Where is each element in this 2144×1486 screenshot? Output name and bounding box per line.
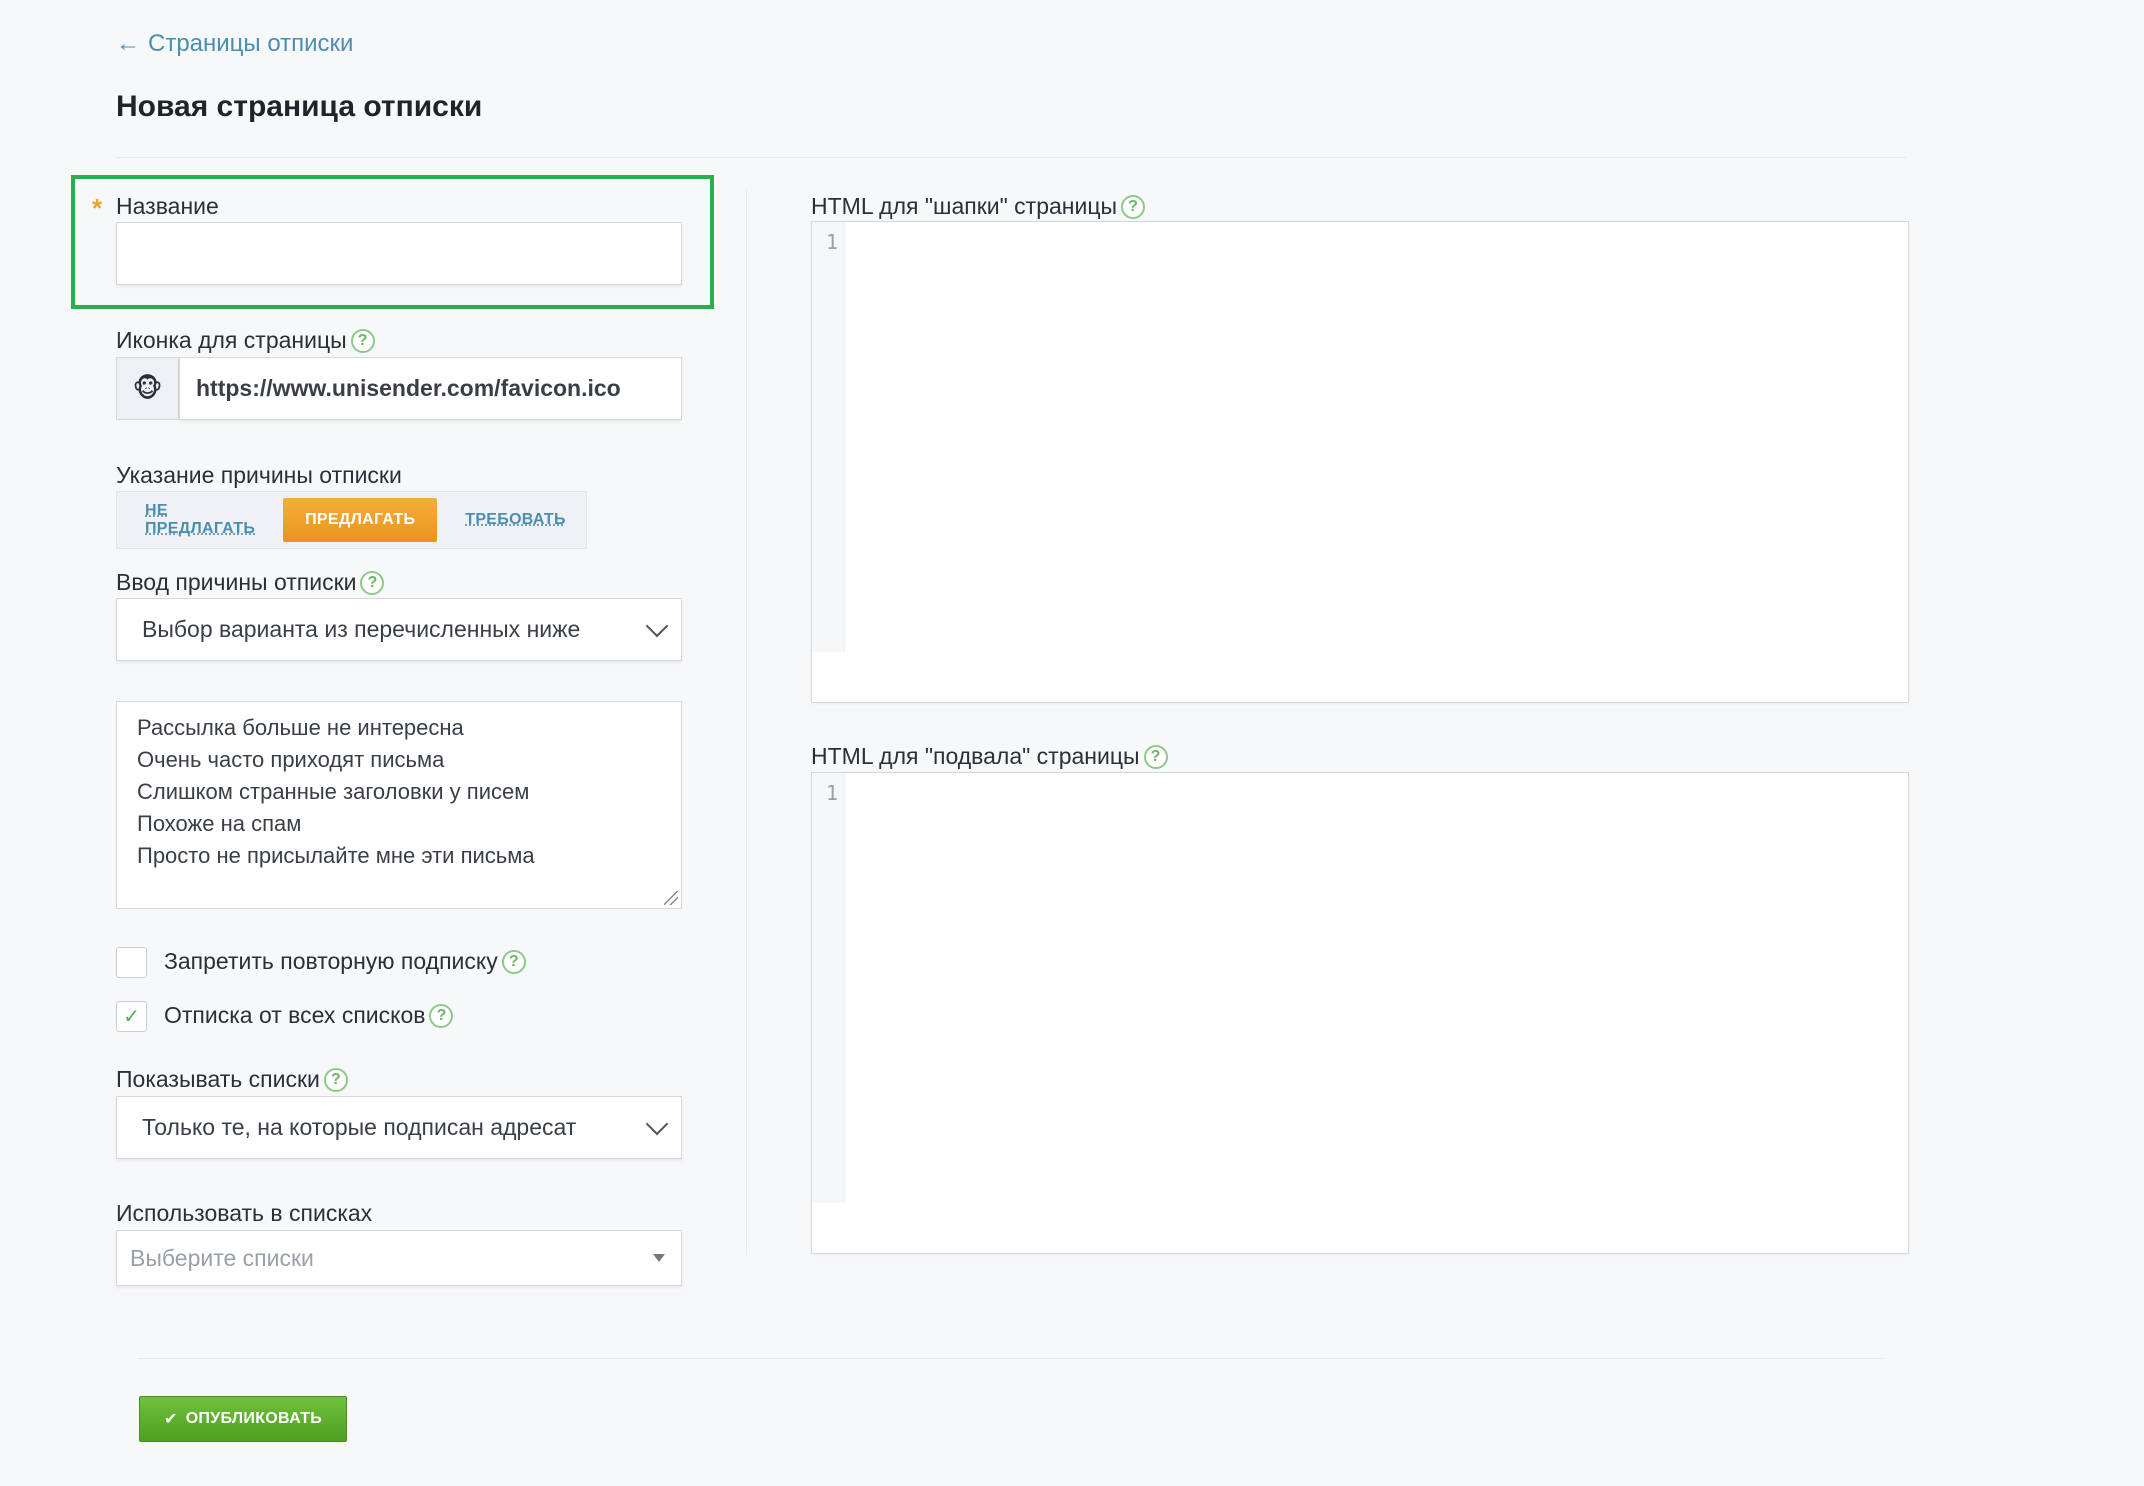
use-in-lists-label: Использовать в списках [116,1200,372,1227]
name-label-text: Название [116,193,219,219]
reason-mode-segmented: НЕ ПРЕДЛАГАТЬ ПРЕДЛАГАТЬ ТРЕБОВАТЬ [116,491,587,549]
required-star-icon: * [92,193,103,223]
reason-input-label: Ввод причины отписки ? [116,569,385,596]
help-icon[interactable]: ? [429,1003,454,1028]
line-number: 1 [825,230,838,254]
reason-input-selected-value: Выбор варианта из перечисленных ниже [142,616,581,642]
back-link[interactable]: ← Страницы отписки [116,30,353,58]
forbid-resubscribe-label: Запретить повторную подписку ? [164,948,526,975]
chevron-down-icon [645,1112,669,1135]
unsubscribe-all-label-text: Отписка от всех списков [164,1002,426,1028]
chevron-down-icon [645,614,669,637]
show-lists-label-text: Показывать списки [116,1066,320,1092]
monkey-favicon-icon: 🐵 [132,373,163,403]
footer-html-editor[interactable]: 1 [811,772,1909,1254]
reason-mode-none-button[interactable]: НЕ ПРЕДЛАГАТЬ [123,498,277,542]
forbid-resubscribe-label-text: Запретить повторную подписку [164,948,498,974]
help-icon[interactable]: ? [501,949,526,974]
reason-mode-require-button[interactable]: ТРЕБОВАТЬ [443,498,588,542]
reason-line: Рассылка больше не интересна [137,715,464,740]
footer-html-label-text: HTML для "подвала" страницы [811,743,1140,769]
name-label: Название [116,193,219,220]
line-number-gutter: 1 [812,222,845,652]
publish-button-label: ОПУБЛИКОВАТЬ [185,1410,323,1427]
help-icon[interactable]: ? [360,570,385,595]
divider [116,157,1906,158]
checkmark-icon: ✔ [163,1411,178,1428]
footer-html-label: HTML для "подвала" страницы ? [811,743,1168,770]
header-html-label-text: HTML для "шапки" страницы [811,193,1118,219]
resize-handle-icon[interactable] [664,891,678,905]
line-number-gutter: 1 [812,773,845,1203]
reason-mode-label: Указание причины отписки [116,462,402,489]
use-in-lists-placeholder: Выберите списки [130,1244,314,1271]
favicon-url-input[interactable] [179,357,682,420]
reason-mode-offer-button[interactable]: ПРЕДЛАГАТЬ [283,498,438,542]
use-in-lists-multiselect[interactable]: Выберите списки [116,1230,682,1286]
reason-input-label-text: Ввод причины отписки [116,569,357,595]
header-html-editor[interactable]: 1 [811,221,1909,703]
help-icon[interactable]: ? [1121,194,1146,219]
page-title: Новая страница отписки [116,90,483,123]
show-lists-label: Показывать списки ? [116,1066,348,1093]
show-lists-selected-value: Только те, на которые подписан адресат [142,1114,577,1140]
unsubscribe-all-label: Отписка от всех списков ? [164,1002,454,1029]
use-in-lists-label-text: Использовать в списках [116,1200,373,1226]
unsubscribe-page-editor: ← Страницы отписки Новая страница отписк… [0,0,2144,1486]
reasons-textarea[interactable]: Рассылка больше не интересна Очень часто… [116,701,682,909]
show-lists-select[interactable]: Только те, на которые подписан адресат [116,1096,682,1159]
reason-mode-label-text: Указание причины отписки [116,462,402,488]
back-link-label: Страницы отписки [148,30,354,57]
line-number: 1 [825,781,838,805]
favicon-label-text: Иконка для страницы [116,327,347,353]
help-icon[interactable]: ? [1143,744,1168,769]
favicon-label: Иконка для страницы ? [116,327,375,354]
header-html-label: HTML для "шапки" страницы ? [811,193,1146,220]
reason-line: Слишком странные заголовки у писем [137,779,530,804]
help-icon[interactable]: ? [323,1067,348,1092]
checkmark-icon: ✓ [123,1006,140,1028]
divider [138,1358,1883,1359]
reason-input-select[interactable]: Выбор варианта из перечисленных ниже [116,598,682,661]
caret-down-icon [653,1254,665,1262]
arrow-left-icon: ← [116,30,140,57]
reason-line: Очень часто приходят письма [137,747,445,772]
favicon-preview: 🐵 [116,357,179,420]
forbid-resubscribe-checkbox[interactable] [116,947,147,978]
reason-line: Просто не присылайте мне эти письма [137,843,535,868]
help-icon[interactable]: ? [350,328,375,353]
name-input[interactable] [116,222,682,285]
publish-button[interactable]: ✔ ОПУБЛИКОВАТЬ [139,1396,347,1442]
column-divider [746,190,747,1255]
reason-line: Похоже на спам [137,811,302,836]
unsubscribe-all-checkbox[interactable]: ✓ [116,1001,147,1032]
